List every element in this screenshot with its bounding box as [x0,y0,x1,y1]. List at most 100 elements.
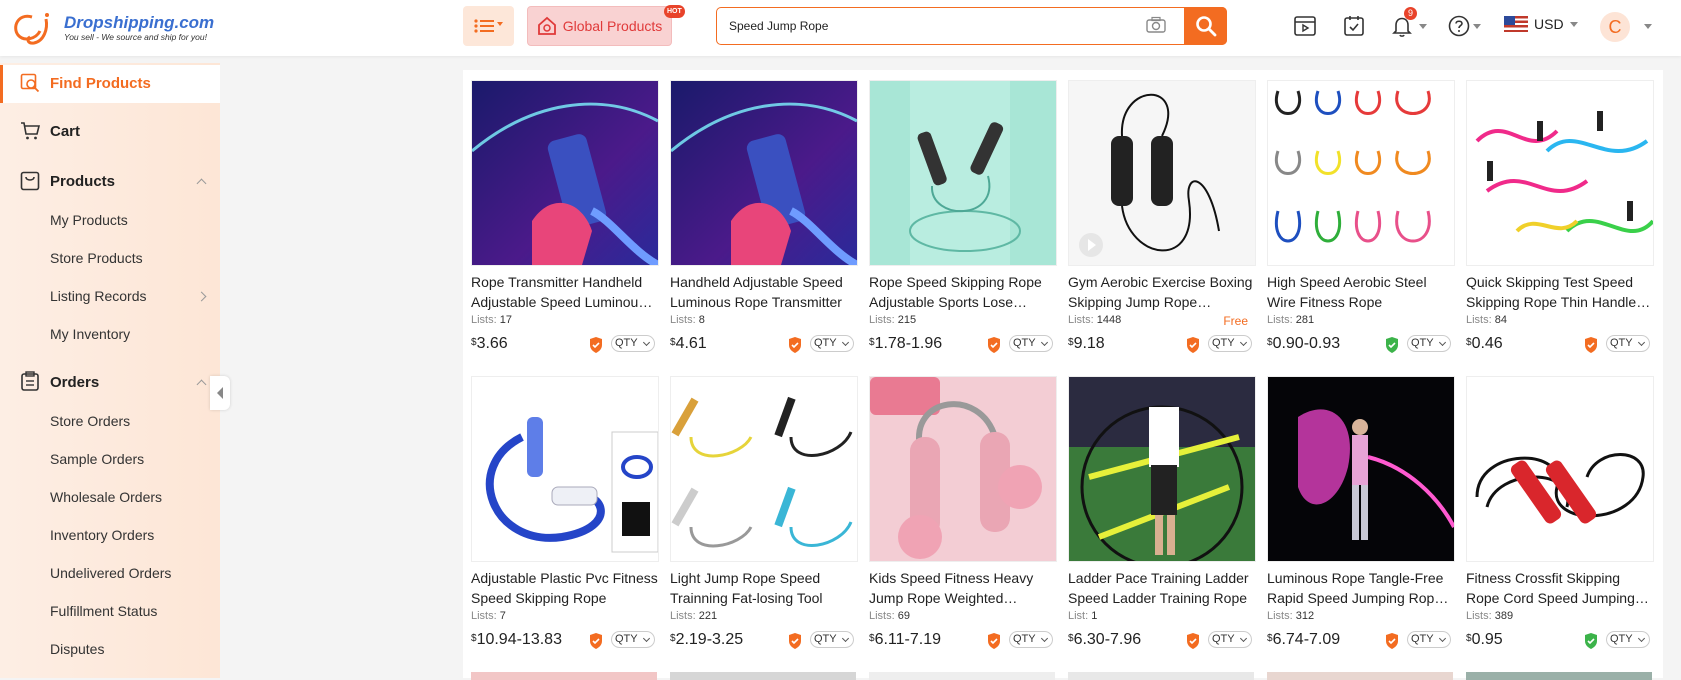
product-card[interactable]: Ladder Pace Training Ladder Speed Ladder… [1068,376,1256,650]
product-title[interactable]: Light Jump Rope Speed Trainning Fat-losi… [670,568,858,608]
sidebar-item-fulfillment-status[interactable]: Fulfillment Status [50,603,157,619]
sidebar-item-sample-orders[interactable]: Sample Orders [50,451,144,467]
product-title[interactable]: Adjustable Plastic Pvc Fitness Speed Ski… [471,568,659,608]
product-card[interactable]: Rope Transmitter Handheld Adjustable Spe… [471,80,659,354]
product-image[interactable] [1267,376,1455,562]
product-image[interactable] [869,80,1057,266]
avatar[interactable]: C [1600,12,1630,42]
product-card[interactable]: Rope Speed Skipping Rope Adjustable Spor… [869,80,1057,354]
product-image[interactable] [1466,376,1654,562]
lists-count: 17 [499,314,512,326]
lists-count: 1 [1091,610,1098,622]
qty-select[interactable]: QTY [1208,631,1252,648]
product-title[interactable]: Gym Aerobic Exercise Boxing Skipping Jum… [1068,272,1256,312]
product-title[interactable]: Rope Transmitter Handheld Adjustable Spe… [471,272,659,312]
category-menu-button[interactable] [463,6,514,46]
avatar-letter: C [1608,16,1622,37]
product-image[interactable] [670,376,858,562]
sidebar-item-listing-records[interactable]: Listing Records [50,288,147,304]
qty-select[interactable]: QTY [611,335,655,352]
lists-count: 84 [1494,314,1507,326]
sidebar-item-store-orders[interactable]: Store Orders [50,413,130,429]
product-card[interactable]: Kids Speed Fitness Heavy Jump Rope Weigh… [869,376,1057,650]
chevron-up-icon[interactable] [196,379,207,390]
lists-label: Lists: [1466,610,1492,622]
qty-select[interactable]: QTY [611,631,655,648]
chevron-down-icon[interactable] [1473,24,1481,29]
qty-select[interactable]: QTY [1407,631,1451,648]
hot-badge: HOT [664,5,685,18]
currency-selector[interactable]: USD [1504,16,1578,32]
qty-select[interactable]: QTY [1009,335,1053,352]
product-price: $6.30-7.96 [1068,631,1141,649]
next-row-image-partial [869,672,1055,680]
product-image[interactable] [471,80,659,266]
product-card[interactable]: Adjustable Plastic Pvc Fitness Speed Ski… [471,376,659,650]
sidebar-item-disputes[interactable]: Disputes [50,641,104,657]
search-input[interactable] [727,18,1131,34]
cart-icon[interactable] [20,121,40,141]
product-image[interactable] [1267,80,1455,266]
product-image[interactable] [1068,80,1256,266]
product-image[interactable] [670,80,858,266]
product-title[interactable]: Fitness Crossfit Skipping Rope Cord Spee… [1466,568,1654,608]
product-title[interactable]: Luminous Rope Tangle-Free Rapid Speed Ju… [1267,568,1455,608]
product-lists: Lists: 281 [1267,314,1455,329]
chevron-up-icon[interactable] [196,178,207,189]
next-row-image-partial [670,672,856,680]
sidebar-section-products[interactable]: Products [50,173,115,190]
product-lists: List: 1 [1068,610,1256,625]
product-title[interactable]: Quick Skipping Test Speed Skipping Rope … [1466,272,1654,312]
currency-label: USD [1534,16,1564,32]
luminous-rope-image [1298,409,1454,540]
qty-select[interactable]: QTY [1606,335,1650,352]
camera-icon[interactable] [1146,16,1166,34]
sidebar-collapse-button[interactable] [210,376,230,410]
qty-select[interactable]: QTY [810,335,854,352]
qty-select[interactable]: QTY [1407,335,1451,352]
lists-label: Lists: [471,314,497,326]
product-title[interactable]: Handheld Adjustable Speed Luminous Rope … [670,272,858,312]
product-title[interactable]: Kids Speed Fitness Heavy Jump Rope Weigh… [869,568,1057,608]
product-image[interactable] [471,376,659,562]
chevron-down-icon[interactable] [1644,24,1652,29]
chevron-right-icon[interactable] [196,291,207,302]
sidebar-item-my-products[interactable]: My Products [50,212,128,228]
sidebar-item-cart[interactable]: Cart [50,123,80,140]
product-image[interactable] [1466,80,1654,266]
video-icon[interactable] [1293,14,1317,38]
lists-count: 1448 [1096,314,1122,326]
product-card[interactable]: Quick Skipping Test Speed Skipping Rope … [1466,80,1654,354]
sidebar-section-orders[interactable]: Orders [50,374,99,391]
sidebar-item-my-inventory[interactable]: My Inventory [50,326,130,342]
shield-icon [1187,337,1199,353]
lists-count: 69 [897,610,910,622]
sidebar-item-store-products[interactable]: Store Products [50,250,143,266]
product-image[interactable] [1068,376,1256,562]
help-icon[interactable] [1447,14,1471,38]
sidebar-item-wholesale-orders[interactable]: Wholesale Orders [50,489,162,505]
product-card[interactable]: Luminous Rope Tangle-Free Rapid Speed Ju… [1267,376,1455,650]
qty-select[interactable]: QTY [1208,335,1252,352]
search-button[interactable] [1184,7,1227,45]
product-title[interactable]: High Speed Aerobic Steel Wire Fitness Ro… [1267,272,1455,312]
chevron-down-icon[interactable] [1419,24,1427,29]
product-price: $0.46 [1466,335,1503,353]
product-card[interactable]: Fitness Crossfit Skipping Rope Cord Spee… [1466,376,1654,650]
pink-weighted-rope-image [870,377,1042,559]
product-image[interactable] [869,376,1057,562]
product-title[interactable]: Ladder Pace Training Ladder Speed Ladder… [1068,568,1256,608]
sidebar-item-inventory-orders[interactable]: Inventory Orders [50,527,154,543]
product-card[interactable]: Gym Aerobic Exercise Boxing Skipping Jum… [1068,80,1256,354]
logo[interactable]: Dropshipping.com You sell - We source an… [10,8,214,48]
qty-select[interactable]: QTY [1009,631,1053,648]
qty-select[interactable]: QTY [810,631,854,648]
product-card[interactable]: Light Jump Rope Speed Trainning Fat-losi… [670,376,858,650]
product-card[interactable]: Handheld Adjustable Speed Luminous Rope … [670,80,858,354]
product-title[interactable]: Rope Speed Skipping Rope Adjustable Spor… [869,272,1057,312]
product-card[interactable]: High Speed Aerobic Steel Wire Fitness Ro… [1267,80,1455,354]
task-calendar-icon[interactable] [1342,14,1366,38]
global-products-button[interactable]: Global Products HOT [527,5,685,46]
sidebar-item-undelivered-orders[interactable]: Undelivered Orders [50,565,171,581]
qty-select[interactable]: QTY [1606,631,1650,648]
